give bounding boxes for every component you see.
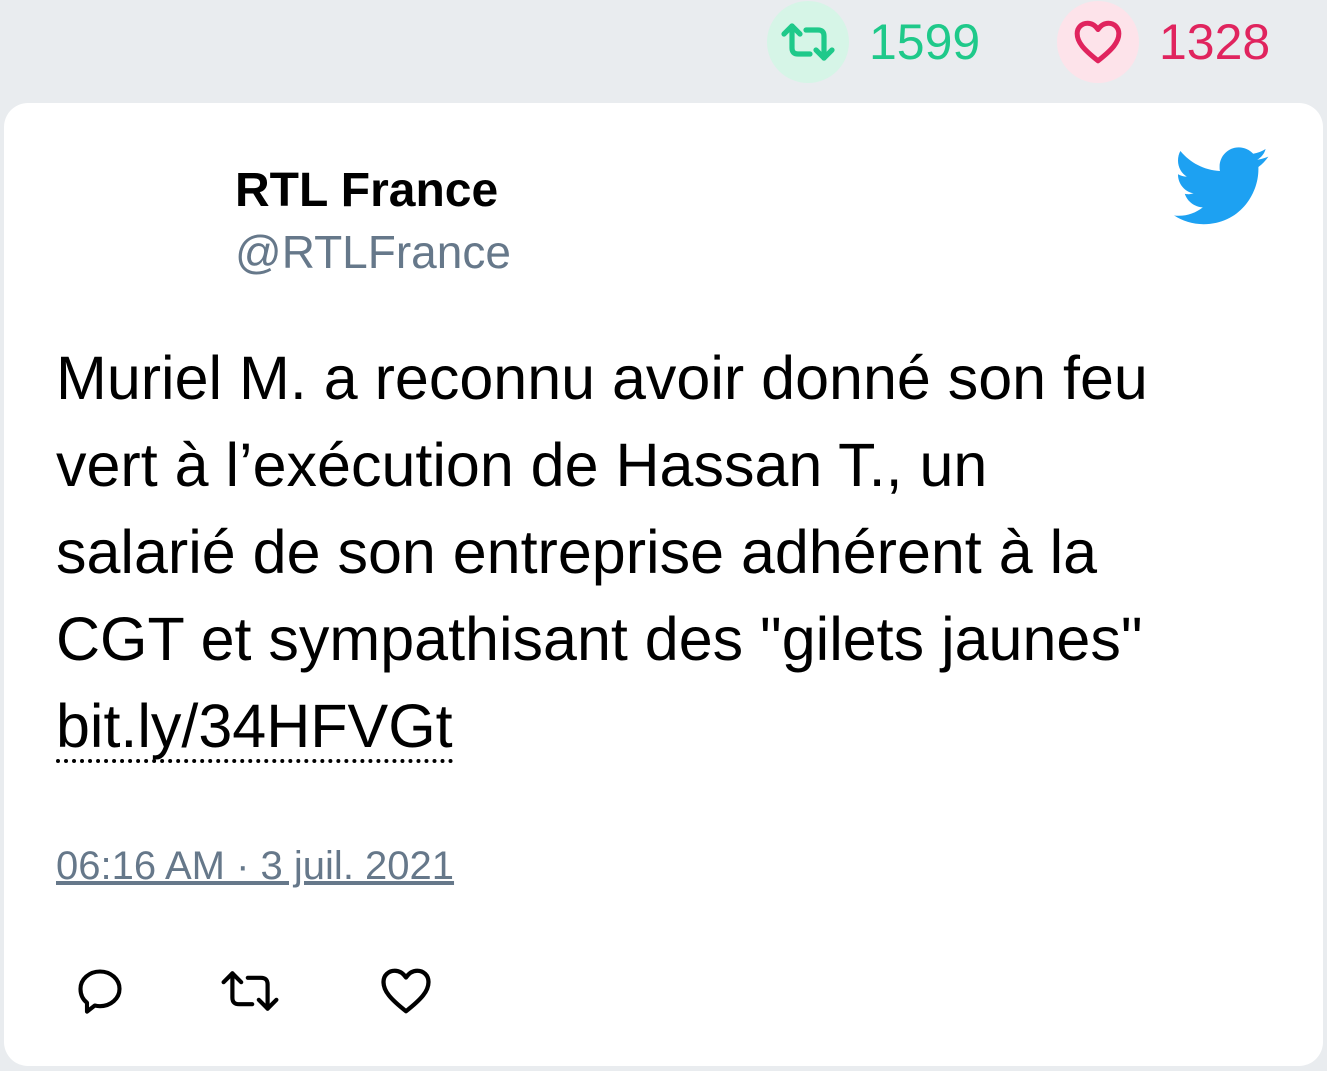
retweet-stat: 1599 [767, 1, 980, 83]
tweet-text-line: vert à l’exécution de Hassan T., un [56, 431, 988, 499]
tweet-card: RTL France @RTLFrance Muriel M. a reconn… [4, 103, 1323, 1066]
author-handle[interactable]: @RTLFrance [235, 229, 511, 275]
tweet-text-line: Muriel M. a reconnu avoir donné son feu [56, 344, 1148, 412]
retweet-icon [219, 969, 281, 1018]
engagement-stats-bar: 1599 1328 [0, 0, 1327, 100]
twitter-bird-icon[interactable] [1174, 147, 1270, 227]
like-stat: 1328 [1057, 1, 1270, 83]
like-count: 1328 [1159, 14, 1271, 70]
like-button[interactable] [376, 963, 436, 1023]
retweet-icon [767, 1, 849, 83]
tweet-text-line: salarié de son entreprise adhérent à la [56, 518, 1098, 586]
tweet-timestamp[interactable]: 06:16 AM · 3 juil. 2021 [56, 846, 454, 886]
retweet-count: 1599 [869, 14, 981, 70]
retweet-button[interactable] [220, 963, 280, 1023]
tweet-actions [4, 953, 1323, 1033]
tweet-text: Muriel M. a reconnu avoir donné son feu … [56, 335, 1271, 770]
tweet-link[interactable]: bit.ly/34HFVGt [56, 696, 453, 763]
reply-button[interactable] [70, 963, 130, 1023]
author-name[interactable]: RTL France [235, 167, 498, 215]
reply-icon [74, 965, 126, 1022]
tweet-text-line: CGT et sympathisant des "gilets jaunes" [56, 605, 1143, 673]
heart-icon [1057, 1, 1139, 83]
heart-icon [379, 966, 433, 1021]
